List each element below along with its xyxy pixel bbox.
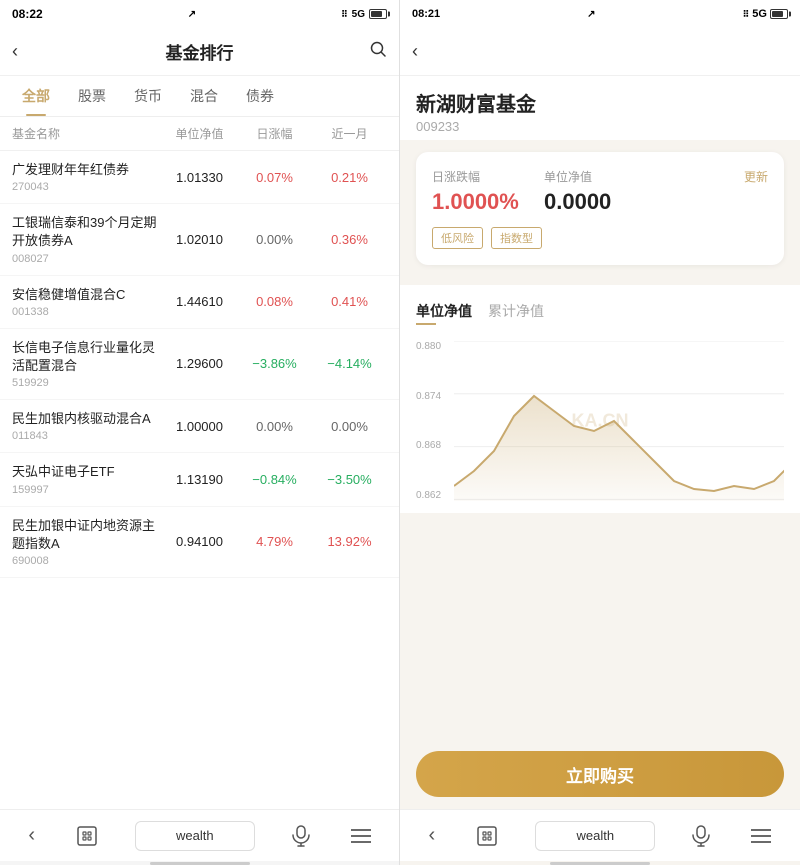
fund-name-title: 新湖财富基金 [416,88,784,117]
y-label-2: 0.868 [416,440,454,451]
nav-value: 0.0000 [544,189,656,215]
detail-card: 日涨跌幅 1.0000% 单位净值 0.0000 更新 低风险 指数型 [416,152,784,265]
fund-item[interactable]: 民生加银内核驱动混合A 011843 1.00000 0.00% 0.00% [0,400,399,453]
update-button[interactable]: 更新 [744,170,768,184]
chart-tab-cumulative[interactable]: 累计净值 [488,297,560,329]
col-nav: 单位净值 [162,125,237,142]
right-nav-search-label: wealth [577,828,615,843]
fund-name-col: 安信稳健增值混合C 001338 [12,286,162,318]
right-status-bar: 08:21 ↗ ⠿ 5G [400,0,800,28]
nav-label: 单位净值 [544,168,656,185]
left-header: ‹ 基金排行 [0,28,399,76]
fund-item[interactable]: 安信稳健增值混合C 001338 1.44610 0.08% 0.41% [0,276,399,329]
fund-name-col: 广发理财年年红债券 270043 [12,161,162,193]
right-nav-back-button[interactable]: ‹ [425,820,440,851]
detail-card-top: 日涨跌幅 1.0000% 单位净值 0.0000 更新 [432,168,768,215]
right-back-button[interactable]: ‹ [412,41,418,62]
left-panel: 08:22 ↗ ⠿ 5G ‹ 基金排行 全部 股票 货币 混合 债券 基金名称 … [0,0,400,865]
change-label: 日涨跌幅 [432,168,544,185]
left-location-icon: ↗ [188,9,196,20]
tag-low-risk: 低风险 [432,227,483,249]
update-col: 更新 [656,168,768,215]
tab-stock[interactable]: 股票 [64,76,120,116]
tab-currency[interactable]: 货币 [120,76,176,116]
chart-tab-nav[interactable]: 单位净值 [416,297,488,329]
right-status-icons: ⠿ 5G [743,8,788,20]
fund-name-col: 工银瑞信泰和39个月定期开放债券A 008027 [12,214,162,264]
col-change: 日涨幅 [237,125,312,142]
left-tabs: 全部 股票 货币 混合 债券 [0,76,399,117]
left-home-indicator [0,861,399,865]
left-network: 5G [352,9,365,20]
fund-code: 009233 [416,119,784,134]
y-label-3: 0.862 [416,490,454,501]
change-col: 日涨跌幅 1.0000% [432,168,544,215]
left-status-bar: 08:22 ↗ ⠿ 5G [0,0,399,28]
y-axis: 0.880 0.874 0.868 0.862 [416,341,454,501]
chart-watermark: KA.CN [572,411,629,432]
right-network: 5G [752,8,767,20]
fund-detail-name: 新湖财富基金 009233 [400,76,800,140]
left-back-button[interactable]: ‹ [12,41,18,62]
right-location-icon: ↗ [587,9,595,20]
right-panel: 08:21 ↗ ⠿ 5G ‹ 新湖财富基金 009233 日涨跌幅 1.0000… [400,0,800,865]
right-nav-menu-button[interactable] [747,824,775,848]
right-home-indicator [400,861,800,865]
tag-row: 低风险 指数型 [432,227,768,249]
fund-item[interactable]: 工银瑞信泰和39个月定期开放债券A 008027 1.02010 0.00% 0… [0,204,399,275]
col-name: 基金名称 [12,125,162,142]
fund-name-col: 民生加银内核驱动混合A 011843 [12,410,162,442]
tag-index-type: 指数型 [491,227,542,249]
left-battery-icon [369,9,387,20]
spacer [400,513,800,739]
fund-list: 广发理财年年红债券 270043 1.01330 0.07% 0.21% 工银瑞… [0,151,399,809]
right-bottom-nav: ‹ wealth [400,809,800,861]
change-value: 1.0000% [432,189,544,215]
left-title: 基金排行 [166,39,234,64]
fund-item[interactable]: 长信电子信息行业量化灵活配置混合 519929 1.29600 −3.86% −… [0,329,399,400]
right-battery-icon [770,8,788,20]
fund-item[interactable]: 天弘中证电子ETF 159997 1.13190 −0.84% −3.50% [0,453,399,506]
fund-name-col: 民生加银中证内地资源主题指数A 690008 [12,517,162,567]
chart-container: 0.880 0.874 0.868 0.862 KA.CN [416,341,784,501]
left-nav-menu-button[interactable] [347,824,375,848]
fund-item[interactable]: 民生加银中证内地资源主题指数A 690008 0.94100 4.79% 13.… [0,507,399,578]
buy-button[interactable]: 立即购买 [416,751,784,797]
y-label-0: 0.880 [416,341,454,352]
left-nav-home-button[interactable] [72,821,102,851]
table-header: 基金名称 单位净值 日涨幅 近一月 [0,117,399,151]
tab-mixed[interactable]: 混合 [176,76,232,116]
left-signal-dots: ⠿ [341,9,348,20]
buy-section: 立即购买 [400,739,800,809]
fund-name-col: 天弘中证电子ETF 159997 [12,463,162,495]
left-nav-search-label: wealth [176,828,214,843]
left-search-button[interactable] [369,40,387,63]
left-nav-mic-button[interactable] [288,821,314,851]
right-nav-mic-button[interactable] [688,821,714,851]
right-signal-dots: ⠿ [743,9,750,19]
fund-item[interactable]: 广发理财年年红债券 270043 1.01330 0.07% 0.21% [0,151,399,204]
chart-section: 单位净值 累计净值 0.880 0.874 0.868 0.862 KA.CN [400,285,800,513]
nav-col: 单位净值 0.0000 [544,168,656,215]
right-nav-home-button[interactable] [472,821,502,851]
left-bottom-nav: ‹ wealth [0,809,399,861]
left-nav-search-box[interactable]: wealth [135,821,255,851]
left-time: 08:22 [12,7,43,21]
right-nav-search-box[interactable]: wealth [535,821,655,851]
left-nav-back-button[interactable]: ‹ [24,820,39,851]
left-status-icons: ⠿ 5G [341,9,387,20]
right-header: ‹ [400,28,800,76]
tab-bond[interactable]: 债券 [232,76,288,116]
chart-tabs: 单位净值 累计净值 [416,297,784,329]
col-month: 近一月 [312,125,387,142]
tab-all[interactable]: 全部 [8,76,64,116]
right-time: 08:21 [412,8,440,20]
fund-name-col: 长信电子信息行业量化灵活配置混合 519929 [12,339,162,389]
y-label-1: 0.874 [416,391,454,402]
